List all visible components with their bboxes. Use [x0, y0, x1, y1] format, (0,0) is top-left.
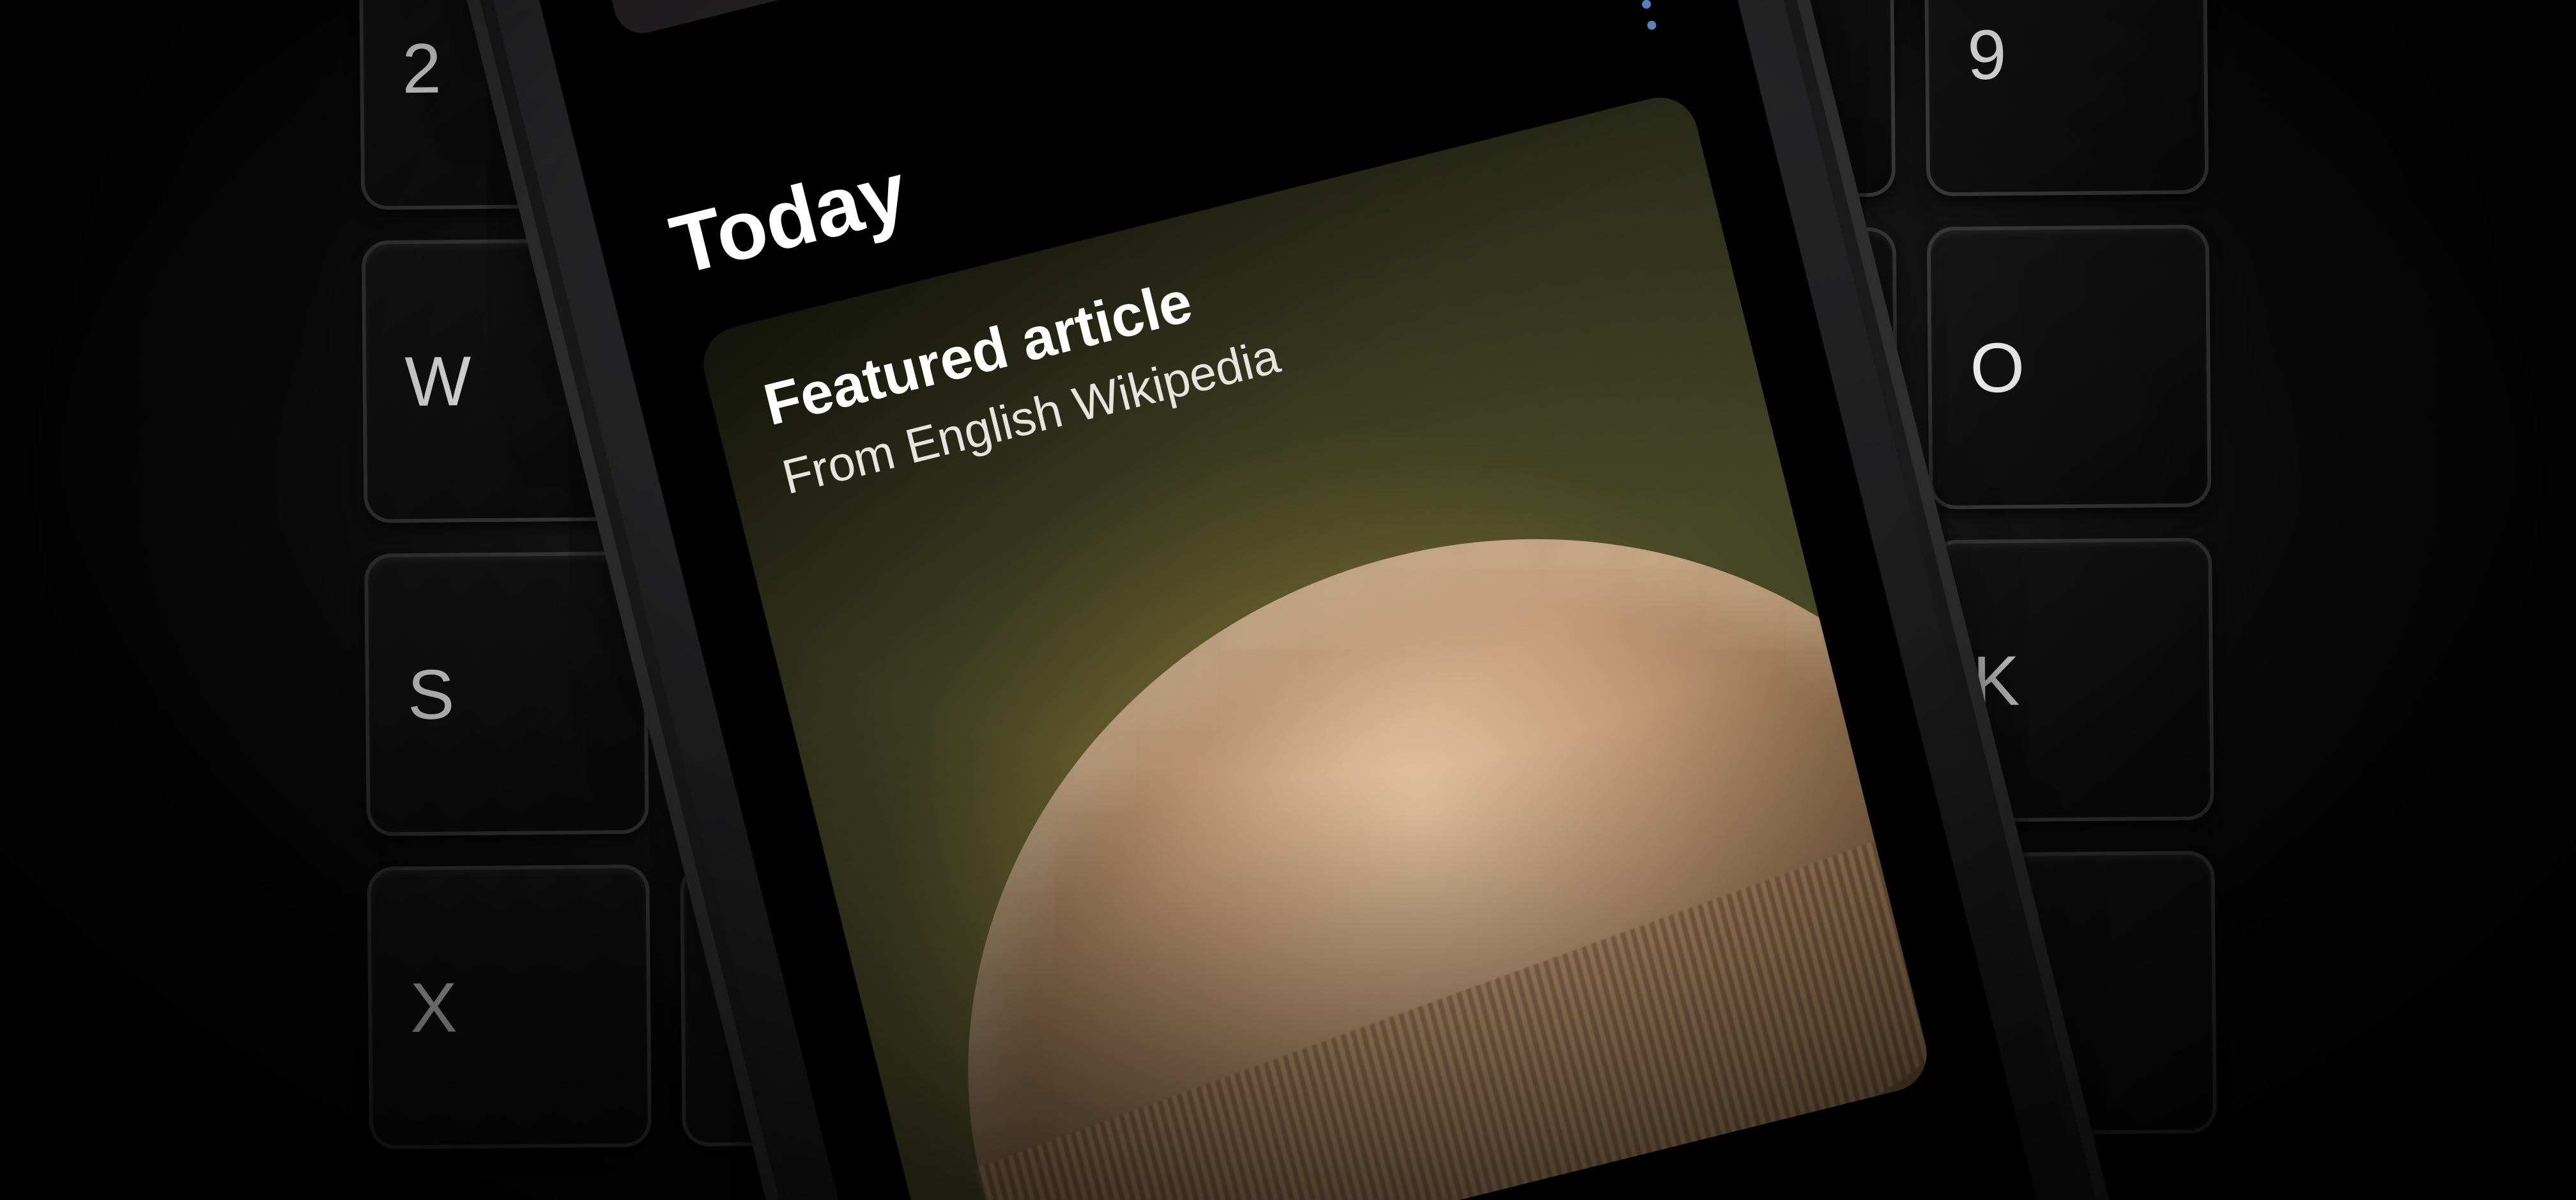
- more-icon: [1641, 0, 1652, 10]
- section-title: Today: [662, 142, 916, 293]
- more-icon: [1646, 20, 1657, 31]
- more-button[interactable]: [1618, 0, 1674, 46]
- keyboard-key: O: [1931, 228, 2208, 505]
- keyboard-key: X: [371, 868, 648, 1146]
- scene: @2 #3 $4 *8 (9 W E I O S D K X C: [0, 0, 2576, 1200]
- featured-article-card[interactable]: Featured article From English Wikipedia: [696, 89, 1935, 1200]
- keyboard-key: (9: [1928, 0, 2205, 192]
- today-section: Today Featured article: [594, 0, 2003, 1200]
- keyboard-key: S: [368, 555, 645, 833]
